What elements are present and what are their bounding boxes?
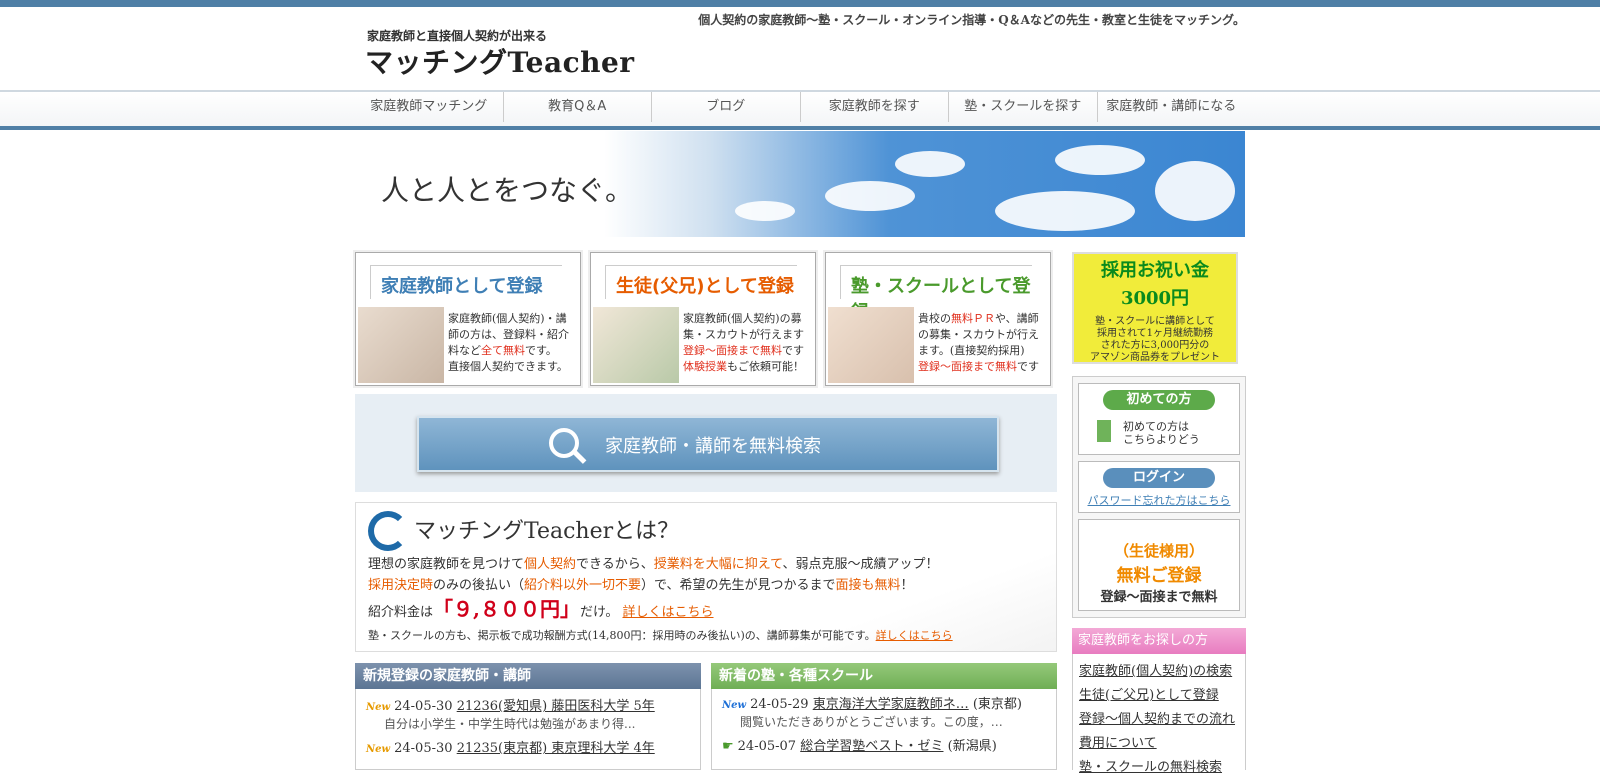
- forgot-password-link[interactable]: パスワード忘れた方はこちら: [1079, 492, 1239, 508]
- register-tutor-card[interactable]: 家庭教師として登録 家庭教師(個人契約)・講 師の方は、登録料・紹介 料など全て…: [355, 252, 581, 386]
- tutor-photo: [358, 307, 444, 383]
- about-line-2: 採用決定時のみの後払い（紹介料以外一切不要）で、希望の先生が見つかるまで面接も無…: [368, 578, 914, 593]
- about-line-3: 紹介料金は「９,８００円」だけ。 詳しくはこちら: [368, 597, 714, 621]
- register-tutor-text: 家庭教師(個人契約)・講 師の方は、登録料・紹介 料など全て無料です。 直接個人…: [448, 312, 569, 373]
- list-item: ☛ 24-05-07 総合学習塾ベスト・ゼミ (新潟県): [722, 739, 997, 754]
- student-register-button[interactable]: （生徒様用） 無料ご登録 登録〜面接まで無料: [1078, 519, 1240, 611]
- teacher-desc: 自分は小学生・中学生時代は勉強があまり得...: [384, 717, 636, 731]
- hero-banner: 人と人とをつなぐ。: [355, 131, 1245, 237]
- about-line-1: 理想の家庭教師を見つけて個人契約できるから、授業料を大幅に抑えて、弱点克服〜成績…: [368, 557, 939, 572]
- new-teachers-heading: 新規登録の家庭教師・講師: [355, 663, 701, 689]
- menu-item-search-tutor[interactable]: 家庭教師(個人契約)の検索: [1079, 660, 1232, 679]
- login-button[interactable]: ログイン パスワード忘れた方はこちら: [1078, 461, 1240, 513]
- nav-item-qa[interactable]: 教育Q＆A: [504, 92, 652, 122]
- about-logo-icon: [368, 511, 408, 551]
- about-title: マッチングTeacherとは？: [414, 519, 680, 544]
- header: 個人契約の家庭教師〜塾・スクール・オンライン指導・Q＆Aなどの先生・教室と生徒を…: [355, 7, 1245, 91]
- register-student-card[interactable]: 生徒(父兄)として登録 家庭教師(個人契約)の募 集・スカウトが行えます 登録〜…: [590, 252, 816, 386]
- main-nav: 家庭教師マッチング 教育Q＆A ブログ 家庭教師を探す 塾・スクールを探す 家庭…: [0, 90, 1600, 130]
- register-student-text: 家庭教師(個人契約)の募 集・スカウトが行えます 登録〜面接まで無料です 体験授…: [683, 312, 804, 373]
- register-tutor-title: 家庭教師として登録: [370, 265, 562, 299]
- menu-item-school-search[interactable]: 塾・スクールの無料検索: [1079, 756, 1222, 775]
- school-link[interactable]: 総合学習塾ベスト・ゼミ: [800, 739, 943, 754]
- list-item: New 24-05-30 21235(東京都) 東京理科大学 4年: [366, 741, 655, 756]
- new-badge: New: [366, 702, 391, 713]
- school-photo: [828, 307, 914, 383]
- book-icon: [1097, 420, 1111, 442]
- top-bar: [0, 0, 1600, 7]
- list-item: New 24-05-30 21236(愛知県) 藤田医科大学 5年: [366, 699, 655, 714]
- sidebar-panel: 初めての方 初めての方は こちらよりどう ログイン パスワード忘れた方はこちら （…: [1072, 376, 1246, 618]
- school-desc: 閲覧いただきありがとうございます。この度，…: [740, 715, 1003, 729]
- menu-item-flow[interactable]: 登録〜個人契約までの流れ: [1079, 708, 1235, 727]
- search-icon: [549, 428, 579, 458]
- new-schools-heading: 新着の塾・各種スクール: [711, 663, 1057, 689]
- search-area: 家庭教師・講師を無料検索: [355, 394, 1057, 492]
- school-link[interactable]: 東京海洋大学家庭教師ネ…: [813, 697, 969, 712]
- list-item: New 24-05-29 東京海洋大学家庭教師ネ… (東京都): [722, 697, 1022, 712]
- site-logo[interactable]: マッチングTeacher: [365, 41, 635, 81]
- free-search-button[interactable]: 家庭教師・講師を無料検索: [417, 416, 999, 472]
- page-container: 個人契約の家庭教師〜塾・スクール・オンライン指導・Q＆Aなどの先生・教室と生徒を…: [355, 7, 1245, 91]
- about-details-link[interactable]: 詳しくはこちら: [622, 605, 713, 620]
- tutor-search-menu: 家庭教師(個人契約)の検索 生徒(ご父兄)として登録 登録〜個人契約までの流れ …: [1072, 654, 1246, 775]
- menu-item-fees[interactable]: 費用について: [1079, 732, 1157, 751]
- nav-item-find-tutor[interactable]: 家庭教師を探す: [801, 92, 949, 122]
- student-photo: [593, 307, 679, 383]
- new-schools-list: New 24-05-29 東京海洋大学家庭教師ネ… (東京都) 閲覧いただきありが…: [711, 689, 1057, 770]
- hiring-bonus-text: 塾・スクールに講師として 採用されて1ヶ月継続勤務 された方に3,000円分の …: [1090, 316, 1220, 363]
- first-time-button[interactable]: 初めての方 初めての方は こちらよりどう: [1078, 383, 1240, 455]
- school-details-link[interactable]: 詳しくはこちら: [876, 629, 953, 642]
- teacher-link[interactable]: 21236(愛知県) 藤田医科大学 5年: [457, 699, 655, 714]
- teacher-link[interactable]: 21235(東京都) 東京理科大学 4年: [457, 741, 655, 756]
- about-small-note: 塾・スクールの方も、掲示板で成功報酬方式(14,800円：採用時のみ後払い)の、…: [368, 629, 953, 642]
- hero-text: 人と人とをつなぐ。: [381, 174, 634, 207]
- nav-item-blog[interactable]: ブログ: [652, 92, 801, 122]
- tutor-search-menu-heading: 家庭教師をお探しの方: [1072, 628, 1246, 654]
- nav-item-matching[interactable]: 家庭教師マッチング: [355, 92, 504, 122]
- menu-item-register-student[interactable]: 生徒(ご父兄)として登録: [1079, 684, 1219, 703]
- hiring-bonus-banner[interactable]: 採用お祝い金 3000円 塾・スクールに講師として 採用されて1ヶ月継続勤務 さ…: [1072, 252, 1238, 364]
- new-badge: New: [722, 700, 747, 711]
- pointing-hand-icon: ☛: [722, 739, 734, 754]
- register-student-title: 生徒(父兄)として登録: [605, 265, 797, 299]
- register-school-card[interactable]: 塾・スクールとして登録 貴校の無料ＰＲや、講師 の募集・スカウトが行え ます。(…: [825, 252, 1051, 386]
- nav-item-find-school[interactable]: 塾・スクールを探す: [949, 92, 1098, 122]
- about-section: マッチングTeacherとは？ 理想の家庭教師を見つけて個人契約できるから、授業…: [355, 502, 1057, 652]
- price-text: 「９,８００円」: [433, 597, 580, 621]
- nav-item-become-tutor[interactable]: 家庭教師・講師になる: [1098, 92, 1246, 122]
- free-search-label: 家庭教師・講師を無料検索: [605, 436, 821, 457]
- new-teachers-list: New 24-05-30 21236(愛知県) 藤田医科大学 5年 自分は小学生・…: [355, 689, 701, 770]
- new-badge: New: [366, 744, 391, 755]
- register-school-title: 塾・スクールとして登録: [840, 265, 1032, 323]
- register-school-text: 貴校の無料ＰＲや、講師 の募集・スカウトが行え ます。(直接契約採用) 登録〜面…: [918, 312, 1039, 373]
- site-tagline: 個人契約の家庭教師〜塾・スクール・オンライン指導・Q＆Aなどの先生・教室と生徒を…: [698, 13, 1245, 27]
